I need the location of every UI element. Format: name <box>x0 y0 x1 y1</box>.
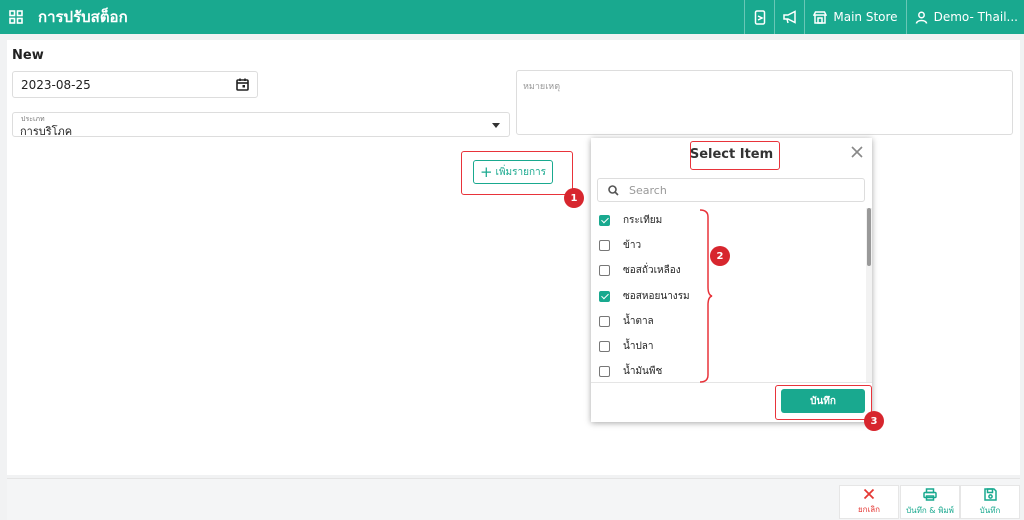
search-input[interactable]: Search <box>597 178 865 202</box>
list-item[interactable]: น้ำปลา <box>591 334 863 359</box>
checkbox[interactable] <box>599 265 610 277</box>
form-heading: New <box>12 48 44 63</box>
list-item-label: น้ำปลา <box>623 341 654 353</box>
cancel-button[interactable]: ยกเลิก <box>839 485 899 519</box>
list-item-label: กระเทียม <box>623 215 663 227</box>
floppy-icon <box>983 487 997 501</box>
store-selector[interactable]: Main Store <box>804 0 905 34</box>
calendar-icon[interactable] <box>236 78 249 91</box>
highlight-modal-title <box>690 141 780 170</box>
announcement-button[interactable] <box>774 0 804 34</box>
checkbox[interactable] <box>599 290 610 302</box>
save-print-label: บันทึก & พิมพ์ <box>906 505 954 515</box>
checkbox[interactable] <box>599 366 610 378</box>
list-item[interactable]: น้ำตาล <box>591 309 863 334</box>
top-bar: การปรับสต็อก Main Store Demo- Thail... <box>0 0 1024 34</box>
save-button[interactable]: บันทึก <box>960 485 1020 519</box>
checkbox[interactable] <box>599 315 610 327</box>
list-item-label: น้ำตาล <box>623 315 654 327</box>
search-placeholder: Search <box>629 183 667 197</box>
modal-divider <box>591 382 872 383</box>
list-item[interactable]: กระเทียม <box>591 208 863 233</box>
printer-icon <box>923 487 937 501</box>
user-icon <box>915 11 927 24</box>
list-item-label: ซอสหอยนางรม <box>623 290 690 302</box>
list-item[interactable]: ซอสหอยนางรม <box>591 284 863 309</box>
user-menu[interactable]: Demo- Thail... <box>905 0 1024 34</box>
phone-icon <box>754 9 766 25</box>
note-placeholder: หมายเหตุ <box>523 82 561 92</box>
highlight-add-item <box>461 151 573 195</box>
search-icon <box>608 184 619 196</box>
annotation-badge-2: 2 <box>710 246 730 266</box>
x-icon <box>863 488 875 500</box>
list-item-label: ข้าว <box>623 240 642 252</box>
list-item-label: ซอสถั่วเหลือง <box>623 265 681 277</box>
bracket-annotation <box>699 209 713 383</box>
device-button[interactable] <box>744 0 774 34</box>
checkbox[interactable] <box>599 341 610 353</box>
annotation-badge-1: 1 <box>564 188 584 208</box>
store-name: Main Store <box>833 10 898 24</box>
grid-icon <box>9 10 23 24</box>
bottom-action-bar: ยกเลิก บันทึก & พิมพ์ บันทึก <box>7 478 1020 520</box>
highlight-save <box>775 385 872 420</box>
checkbox[interactable] <box>599 240 610 252</box>
save-print-button[interactable]: บันทึก & พิมพ์ <box>900 485 960 519</box>
megaphone-icon <box>783 10 796 24</box>
type-select[interactable]: ประเภท การบริโภค <box>12 112 510 138</box>
item-list: กระเทียมข้าวซอสถั่วเหลืองซอสหอยนางรมน้ำต… <box>591 208 863 382</box>
store-icon <box>813 10 828 24</box>
save-label: บันทึก <box>979 505 1001 515</box>
user-name: Demo- Thail... <box>933 10 1018 24</box>
page-title: การปรับสต็อก <box>38 8 128 26</box>
close-icon[interactable] <box>850 145 864 159</box>
date-value: 2023-08-25 <box>21 77 91 92</box>
annotation-badge-3: 3 <box>864 411 884 431</box>
list-item[interactable]: น้ำมันพืช <box>591 359 863 382</box>
list-item-label: น้ำมันพืช <box>623 366 663 378</box>
scrollbar-thumb[interactable] <box>867 208 871 266</box>
cancel-label: ยกเลิก <box>857 505 880 514</box>
select-item-modal: Select Item Search กระเทียม ข้าว ซอสถั่วเห… <box>591 138 872 422</box>
apps-button[interactable] <box>0 0 32 34</box>
checkbox[interactable] <box>599 215 610 227</box>
date-field[interactable]: 2023-08-25 <box>12 71 258 98</box>
type-value: การบริโภค <box>20 125 73 138</box>
chevron-down-icon <box>492 123 500 128</box>
note-field[interactable]: หมายเหตุ <box>516 70 1013 135</box>
